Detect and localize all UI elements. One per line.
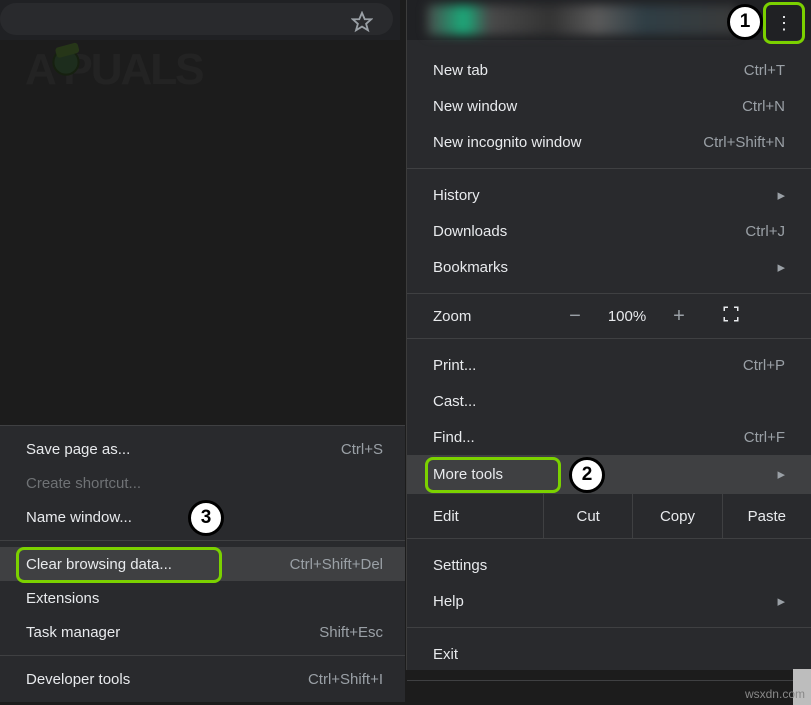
menu-label: Print... [433, 357, 476, 374]
chevron-right-icon: ▸ [777, 186, 785, 204]
more-tools-submenu: Save page as... Ctrl+S Create shortcut..… [0, 425, 405, 702]
submenu-item-clear-browsing-data[interactable]: Clear browsing data... Ctrl+Shift+Del [0, 547, 405, 581]
bookmark-star-icon[interactable] [351, 11, 373, 33]
paste-button[interactable]: Paste [722, 494, 811, 538]
menu-label: More tools [433, 466, 503, 483]
chevron-right-icon: ▸ [777, 258, 785, 276]
kebab-icon: ⋮ [775, 21, 793, 25]
menu-label: History [433, 187, 480, 204]
menu-shortcut: Ctrl+J [745, 223, 785, 240]
menu-label: Save page as... [26, 441, 130, 458]
fullscreen-button[interactable] [701, 305, 761, 327]
copy-button[interactable]: Copy [632, 494, 721, 538]
menu-label: Task manager [26, 624, 120, 641]
menu-item-new-incognito[interactable]: New incognito window Ctrl+Shift+N [407, 124, 811, 160]
site-credit: wsxdn.com [745, 687, 805, 701]
menu-item-new-window[interactable]: New window Ctrl+N [407, 88, 811, 124]
submenu-item-save-page-as[interactable]: Save page as... Ctrl+S [0, 432, 405, 466]
address-bar-area [0, 0, 400, 40]
menu-item-help[interactable]: Help ▸ [407, 583, 811, 619]
menu-shortcut: Ctrl+F [744, 429, 785, 446]
menu-label: Create shortcut... [26, 475, 141, 492]
menu-label: Developer tools [26, 671, 130, 688]
profile-area-blurred [427, 5, 737, 35]
menu-shortcut: Ctrl+Shift+I [308, 671, 383, 688]
submenu-item-create-shortcut: Create shortcut... [0, 466, 405, 500]
submenu-item-developer-tools[interactable]: Developer tools Ctrl+Shift+I [0, 662, 405, 696]
menu-shortcut: Ctrl+N [742, 98, 785, 115]
submenu-item-extensions[interactable]: Extensions [0, 581, 405, 615]
chevron-right-icon: ▸ [777, 592, 785, 610]
menu-label: Extensions [26, 590, 99, 607]
menu-item-downloads[interactable]: Downloads Ctrl+J [407, 213, 811, 249]
menu-shortcut: Ctrl+T [744, 62, 785, 79]
menu-label: New incognito window [433, 134, 581, 151]
zoom-percent: 100% [597, 308, 657, 325]
callout-badge-1: 1 [727, 4, 763, 40]
edit-row: Edit Cut Copy Paste [407, 493, 811, 539]
menu-shortcut: Ctrl+P [743, 357, 785, 374]
menu-item-print[interactable]: Print... Ctrl+P [407, 347, 811, 383]
menu-label: Help [433, 593, 464, 610]
menu-shortcut: Shift+Esc [319, 624, 383, 641]
menu-label: Cast... [433, 393, 476, 410]
toolbar-strip: ⋮ 1 [407, 0, 811, 40]
cut-button[interactable]: Cut [543, 494, 632, 538]
omnibox[interactable] [0, 3, 393, 35]
menu-shortcut: Ctrl+S [341, 441, 383, 458]
menu-label: Exit [433, 646, 458, 663]
menu-label: Name window... [26, 509, 132, 526]
menu-item-bookmarks[interactable]: Bookmarks ▸ [407, 249, 811, 285]
edit-label: Edit [433, 508, 543, 525]
menu-label: New tab [433, 62, 488, 79]
kebab-menu-button[interactable]: ⋮ [763, 2, 805, 44]
menu-item-more-tools[interactable]: More tools ▸ 2 [407, 455, 811, 493]
menu-item-exit[interactable]: Exit [407, 636, 811, 672]
menu-label: Downloads [433, 223, 507, 240]
menu-item-new-tab[interactable]: New tab Ctrl+T [407, 52, 811, 88]
callout-badge-2: 2 [569, 457, 605, 493]
zoom-label: Zoom [433, 308, 553, 325]
menu-label: Find... [433, 429, 475, 446]
menu-item-history[interactable]: History ▸ [407, 177, 811, 213]
submenu-item-name-window[interactable]: Name window... 3 [0, 500, 405, 534]
zoom-in-button[interactable]: + [657, 305, 701, 328]
zoom-out-button[interactable]: − [553, 305, 597, 328]
menu-item-settings[interactable]: Settings [407, 547, 811, 583]
menu-label: Clear browsing data... [26, 556, 172, 573]
menu-shortcut: Ctrl+Shift+Del [290, 556, 383, 573]
menu-shortcut: Ctrl+Shift+N [703, 134, 785, 151]
menu-label: Settings [433, 557, 487, 574]
chevron-right-icon: ▸ [777, 465, 785, 483]
chrome-main-menu: ⋮ 1 New tab Ctrl+T New window Ctrl+N New… [406, 0, 811, 670]
zoom-row: Zoom − 100% + [407, 293, 811, 339]
menu-item-find[interactable]: Find... Ctrl+F [407, 419, 811, 455]
callout-badge-3: 3 [188, 500, 224, 536]
menu-label: New window [433, 98, 517, 115]
watermark-logo: A PUALS [25, 45, 275, 95]
menu-label: Bookmarks [433, 259, 508, 276]
submenu-item-task-manager[interactable]: Task manager Shift+Esc [0, 615, 405, 649]
menu-item-cast[interactable]: Cast... [407, 383, 811, 419]
